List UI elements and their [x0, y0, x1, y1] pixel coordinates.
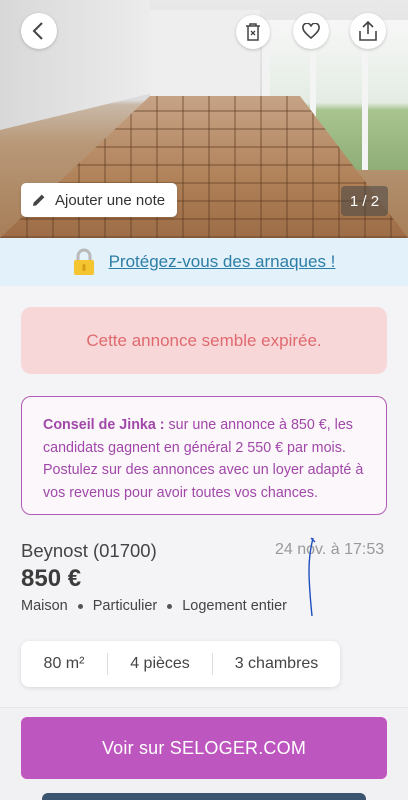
- feature-bedrooms: 3 chambres: [234, 655, 319, 672]
- listing-location: Beynost (01700): [21, 540, 157, 561]
- photo-wall: [0, 0, 150, 130]
- separator-dot: [167, 603, 173, 609]
- favorite-button[interactable]: [293, 13, 329, 49]
- listing-price: 850 €: [21, 565, 82, 592]
- hand-drawn-mark: [308, 537, 316, 617]
- listing-tags: Maison Particulier Logement entier: [21, 598, 287, 614]
- add-note-button[interactable]: Ajouter une note: [21, 183, 177, 217]
- trash-icon: [246, 23, 260, 41]
- share-button[interactable]: [350, 13, 386, 49]
- feature-surface: 80 m²: [43, 655, 85, 672]
- scam-warning-banner: Protégez-vous des arnaques !: [0, 238, 408, 286]
- remove-button[interactable]: [236, 15, 270, 49]
- add-note-label: Ajouter une note: [55, 191, 166, 209]
- tag-property-type: Maison: [21, 598, 68, 614]
- feature-rooms: 4 pièces: [130, 655, 190, 672]
- separator-dot: [77, 603, 83, 609]
- tag-rental-type: Logement entier: [182, 598, 288, 614]
- photo-counter: 1 / 2: [341, 186, 388, 216]
- listing-date: 24 nov. à 17:53: [275, 541, 385, 558]
- expired-notice: Cette annonce semble expirée.: [21, 307, 387, 374]
- back-button[interactable]: [21, 13, 57, 49]
- advice-label: Conseil de Jinka :: [43, 417, 165, 433]
- share-icon: [359, 21, 377, 41]
- pencil-icon: [33, 194, 45, 206]
- chevron-left-icon: [32, 22, 43, 40]
- tag-owner-type: Particulier: [92, 598, 158, 614]
- secondary-action-button[interactable]: [42, 793, 366, 800]
- heart-icon: [302, 23, 320, 39]
- features-bar: 80 m² 4 pièces 3 chambres: [21, 641, 340, 687]
- scam-protection-link[interactable]: Protégez-vous des arnaques !: [109, 252, 336, 272]
- view-on-seloger-button[interactable]: Voir sur SELOGER.COM: [21, 717, 387, 779]
- lock-icon: [73, 248, 94, 275]
- jinka-advice-box: Conseil de Jinka : sur une annonce à 850…: [21, 396, 387, 515]
